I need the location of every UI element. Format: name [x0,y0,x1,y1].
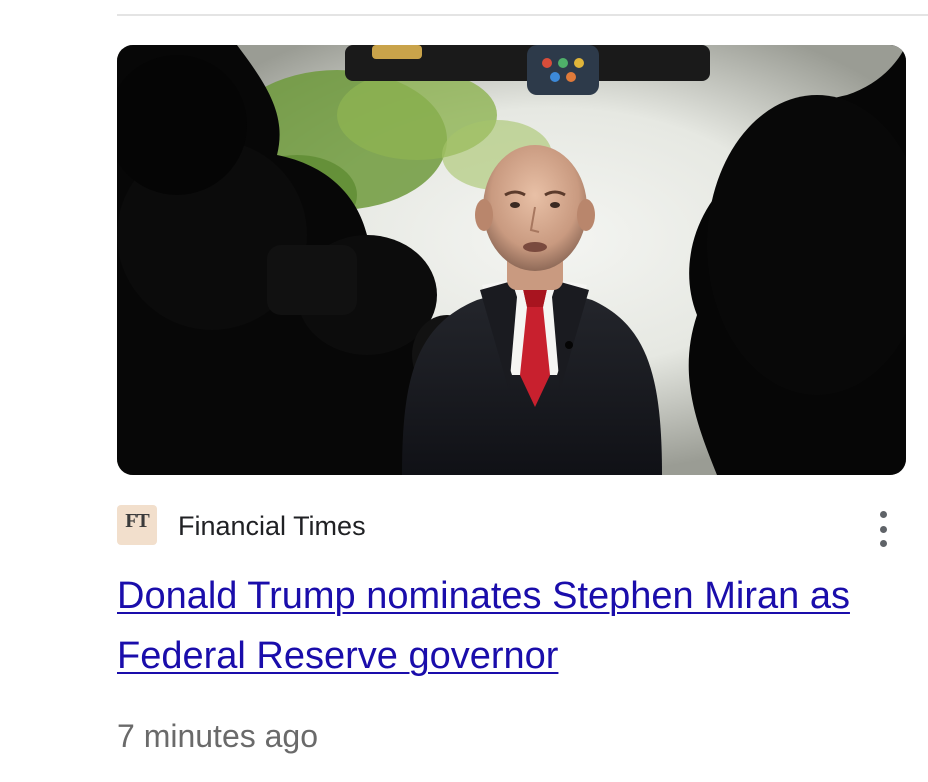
financial-times-logo[interactable]: FT [117,505,157,545]
three-dot-vertical-icon-dot [879,540,887,547]
divider [117,14,928,16]
source-row: FT Financial Times [117,505,906,547]
source-name[interactable]: Financial Times [178,510,366,542]
article-thumbnail[interactable] [117,45,906,475]
three-dot-vertical-icon-dot [879,525,887,533]
article-timestamp: 7 minutes ago [117,718,319,754]
more-options-button[interactable] [869,511,897,547]
three-dot-vertical-icon [879,511,887,518]
news-card-page: FT Financial Times Donald Trump nominate… [0,0,928,782]
article-headline-link[interactable]: Donald Trump nominates Stephen Miran as … [117,566,917,686]
